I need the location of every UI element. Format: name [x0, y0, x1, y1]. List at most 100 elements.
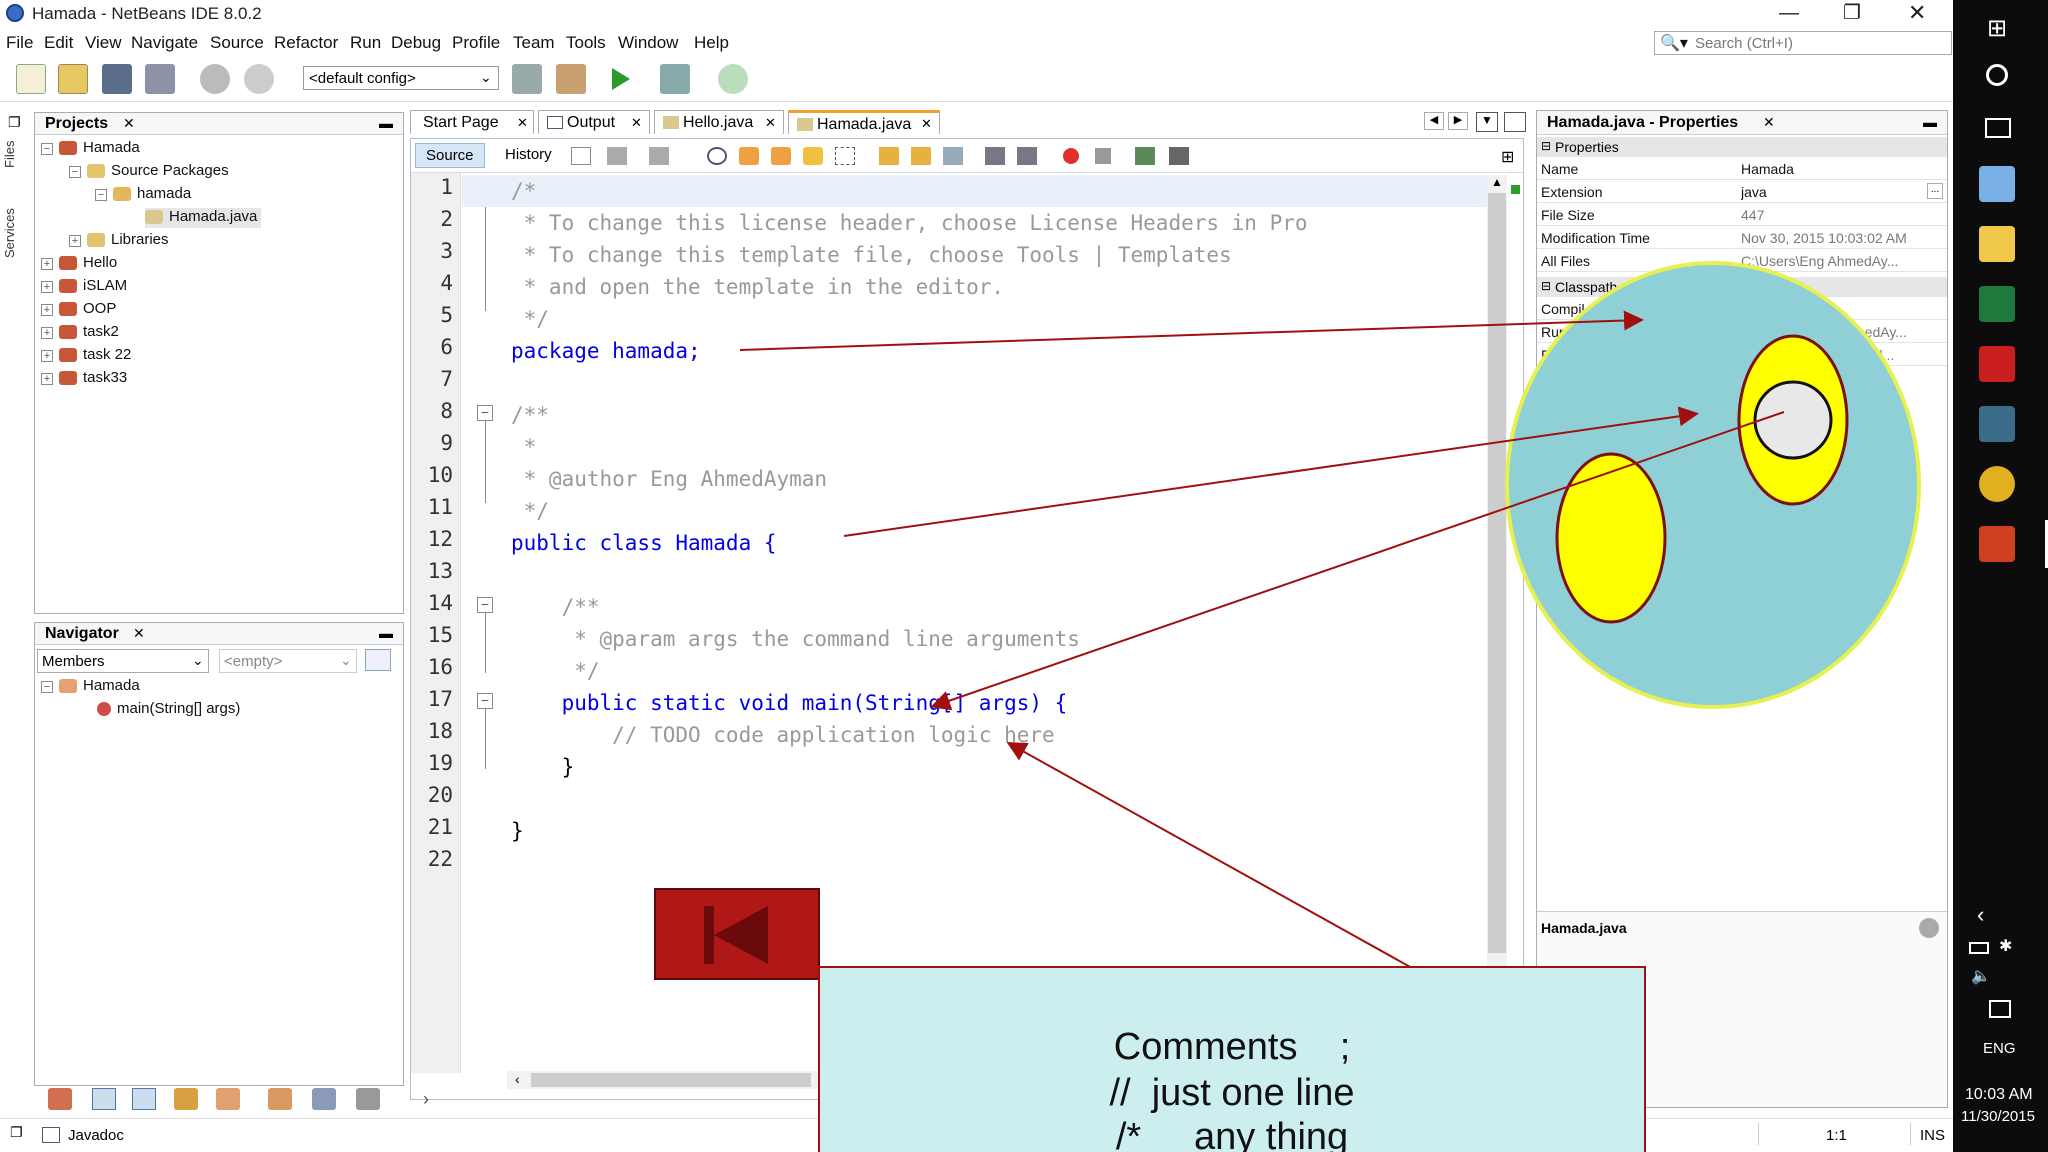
- fold-marker[interactable]: −: [477, 693, 493, 709]
- new-file-icon[interactable]: [16, 64, 46, 94]
- menu-run[interactable]: Run: [350, 33, 381, 53]
- inherited-icon[interactable]: [216, 1088, 240, 1110]
- toggle-bookmark-icon[interactable]: [943, 147, 963, 165]
- expand-icon[interactable]: +: [41, 304, 53, 316]
- next-bookmark-icon[interactable]: [911, 147, 931, 165]
- minimize-panel-icon[interactable]: ▬: [379, 115, 393, 131]
- sort-icon[interactable]: [268, 1088, 292, 1110]
- menu-team[interactable]: Team: [513, 33, 555, 53]
- open-project-icon[interactable]: [102, 64, 132, 94]
- menu-profile[interactable]: Profile: [452, 33, 500, 53]
- file-explorer-icon[interactable]: [1979, 226, 2015, 262]
- clock-time[interactable]: 10:03 AM: [1965, 1086, 2033, 1104]
- collapse-icon[interactable]: −: [41, 143, 53, 155]
- filter-icon[interactable]: [48, 1088, 72, 1110]
- expand-icon[interactable]: +: [41, 350, 53, 362]
- window-icon[interactable]: ❐: [8, 114, 21, 131]
- battery-icon[interactable]: [1969, 942, 1989, 954]
- close-icon[interactable]: ✕: [1763, 114, 1775, 131]
- volume-icon[interactable]: 🔈: [1971, 966, 1991, 986]
- tab-output[interactable]: Output ✕: [538, 110, 650, 134]
- collapse-icon[interactable]: −: [69, 166, 81, 178]
- tree-item-project[interactable]: + iSLAM: [41, 277, 127, 297]
- fold-marker[interactable]: −: [477, 597, 493, 613]
- tree-item-project[interactable]: + Hello: [41, 254, 117, 274]
- scroll-up-icon[interactable]: ▲: [1491, 175, 1503, 189]
- scrollbar-thumb[interactable]: [1488, 193, 1506, 953]
- close-icon[interactable]: ✕: [765, 115, 776, 131]
- more-button[interactable]: ...: [1927, 183, 1943, 199]
- property-row[interactable]: Compil: [1537, 297, 1947, 320]
- nav-class[interactable]: − Hamada: [41, 677, 140, 697]
- collapse-icon[interactable]: ⊟: [1541, 139, 1551, 153]
- toggle-highlight-icon[interactable]: [835, 147, 855, 165]
- properties-section[interactable]: ⊟ Properties: [1537, 137, 1947, 157]
- tree-item-project[interactable]: + task33: [41, 369, 127, 389]
- expand-icon[interactable]: +: [41, 281, 53, 293]
- clock-date[interactable]: 11/30/2015: [1961, 1108, 2035, 1125]
- expand-panel-icon[interactable]: ›: [423, 1089, 429, 1110]
- debug-icon[interactable]: [660, 64, 690, 94]
- properties-title[interactable]: Hamada.java - Properties: [1547, 114, 1738, 132]
- property-row[interactable]: All Files C:\Users\Eng AhmedAy...: [1537, 249, 1947, 272]
- tab-history[interactable]: History: [495, 143, 562, 166]
- tab-hamada-java[interactable]: Hamada.java ✕: [788, 110, 940, 134]
- chevron-left-icon[interactable]: ‹: [1977, 902, 1984, 928]
- empty-select[interactable]: <empty> ⌄: [219, 649, 357, 673]
- services-tab[interactable]: Services: [2, 208, 17, 258]
- property-row[interactable]: Run medAy...: [1537, 320, 1947, 343]
- members-select[interactable]: Members ⌄: [37, 649, 209, 673]
- expand-icon[interactable]: +: [41, 373, 53, 385]
- menu-edit[interactable]: Edit: [44, 33, 73, 53]
- menu-source[interactable]: Source: [210, 33, 264, 53]
- close-icon[interactable]: ✕: [517, 115, 528, 131]
- tree-item-project[interactable]: + OOP: [41, 300, 116, 320]
- last-edit-icon[interactable]: [571, 147, 591, 165]
- menu-view[interactable]: View: [85, 33, 122, 53]
- close-icon[interactable]: ✕: [631, 115, 642, 131]
- menu-debug[interactable]: Debug: [391, 33, 441, 53]
- search-box[interactable]: 🔍▾ Search (Ctrl+I): [1654, 31, 1952, 55]
- restore-icon[interactable]: ❐: [1843, 0, 1861, 25]
- run-icon[interactable]: [612, 68, 630, 90]
- tab-start-page[interactable]: Start Page ✕: [410, 110, 534, 134]
- tab-source[interactable]: Source: [415, 143, 485, 168]
- forward-icon[interactable]: [649, 147, 669, 165]
- property-row[interactable]: Name Hamada: [1537, 157, 1947, 180]
- sort-order-icon[interactable]: [356, 1088, 380, 1110]
- layout-icon[interactable]: [365, 649, 391, 671]
- javadoc-tab[interactable]: Javadoc: [68, 1127, 124, 1144]
- cortana-icon[interactable]: [1986, 64, 2008, 86]
- close-icon[interactable]: ✕: [133, 625, 145, 642]
- menu-tools[interactable]: Tools: [566, 33, 606, 53]
- uncomment-icon[interactable]: [1169, 147, 1189, 165]
- save-all-icon[interactable]: [145, 64, 175, 94]
- split-icon[interactable]: ⊞: [1501, 147, 1514, 167]
- menu-help[interactable]: Help: [694, 33, 729, 53]
- scroll-right-icon[interactable]: ▶: [1448, 112, 1468, 130]
- collapse-icon[interactable]: ⊟: [1541, 279, 1551, 293]
- find-previous-icon[interactable]: [739, 147, 759, 165]
- menu-window[interactable]: Window: [618, 33, 678, 53]
- scrollbar-thumb[interactable]: [531, 1073, 811, 1087]
- property-row[interactable]: Extension java...: [1537, 180, 1947, 203]
- projects-title[interactable]: Projects: [45, 115, 108, 133]
- collapse-icon[interactable]: −: [95, 189, 107, 201]
- shift-left-icon[interactable]: [985, 147, 1005, 165]
- config-select[interactable]: <default config> ⌄: [303, 66, 499, 90]
- static-icon[interactable]: [132, 1088, 156, 1110]
- sort-alpha-icon[interactable]: [312, 1088, 336, 1110]
- vertical-scrollbar[interactable]: ▲: [1487, 175, 1507, 1097]
- back-icon[interactable]: [607, 147, 627, 165]
- expand-icon[interactable]: +: [41, 327, 53, 339]
- lock-icon[interactable]: [174, 1088, 198, 1110]
- tab-list-icon[interactable]: ▼: [1476, 112, 1498, 132]
- fields-icon[interactable]: [92, 1088, 116, 1110]
- comment-icon[interactable]: [1135, 147, 1155, 165]
- excel-icon[interactable]: [1979, 286, 2015, 322]
- acrobat-icon[interactable]: [1979, 346, 2015, 382]
- profile-icon[interactable]: [718, 64, 748, 94]
- wifi-icon[interactable]: ✱: [1999, 936, 2012, 956]
- record-macro-icon[interactable]: [1063, 148, 1079, 164]
- chrome-icon[interactable]: [1979, 466, 2015, 502]
